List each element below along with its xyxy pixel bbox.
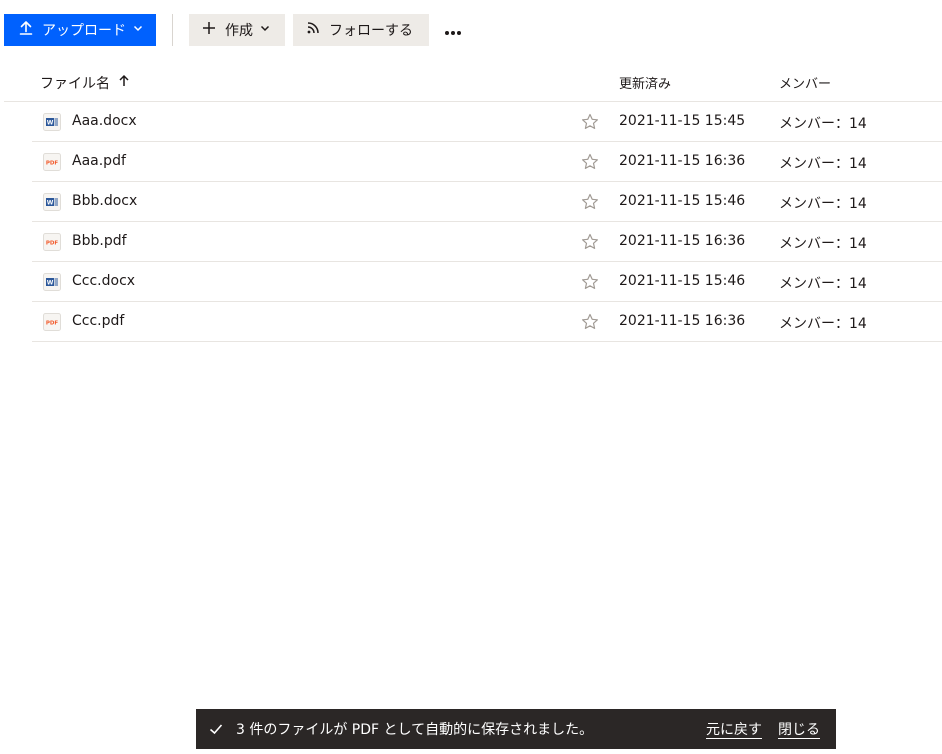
file-modified: 2021-11-15 16:36 — [619, 313, 746, 329]
check-icon — [208, 721, 224, 737]
file-members: メンバー：14 — [779, 156, 867, 172]
svg-text:W: W — [47, 199, 54, 206]
column-header-name-label: ファイル名 — [40, 76, 110, 92]
snackbar-message: 3 件のファイルが PDF として自動的に保存されました。 — [236, 722, 594, 738]
upload-button[interactable]: アップロード — [4, 14, 156, 46]
table-row[interactable]: W Ccc.docx 2021-11-15 15:46 メンバー：14 — [32, 262, 942, 302]
chevron-down-icon — [132, 22, 144, 38]
create-button[interactable]: 作成 — [189, 14, 285, 46]
follow-label: フォローする — [329, 23, 413, 39]
more-icon — [444, 21, 462, 40]
more-button[interactable] — [437, 14, 469, 46]
column-header-members[interactable]: メンバー — [779, 73, 831, 92]
file-modified: 2021-11-15 16:36 — [619, 233, 746, 249]
column-header-modified[interactable]: 更新済み — [619, 73, 671, 92]
file-members: メンバー：14 — [779, 196, 867, 212]
chevron-down-icon — [259, 22, 271, 38]
svg-text:W: W — [47, 279, 54, 286]
toolbar-divider — [172, 14, 173, 46]
file-members: メンバー：14 — [779, 236, 867, 252]
undo-button[interactable]: 元に戻す — [706, 719, 762, 739]
table-row[interactable]: PDF Ccc.pdf 2021-11-15 16:36 メンバー：14 — [32, 302, 942, 342]
file-members: メンバー：14 — [779, 116, 867, 132]
sort-ascending-icon — [118, 74, 130, 92]
file-members: メンバー：14 — [779, 276, 867, 292]
create-label: 作成 — [225, 23, 253, 39]
file-table: ファイル名 更新済み メンバー W Aaa.docx 2021-11-15 15:4… — [4, 63, 942, 342]
file-modified: 2021-11-15 15:45 — [619, 113, 746, 129]
pdf-file-icon: PDF — [42, 152, 62, 172]
table-row[interactable]: W Aaa.docx 2021-11-15 15:45 メンバー：14 — [32, 102, 942, 142]
star-icon[interactable] — [580, 232, 600, 252]
file-modified: 2021-11-15 15:46 — [619, 193, 746, 209]
star-icon[interactable] — [580, 112, 600, 132]
word-file-icon: W — [42, 112, 62, 132]
svg-text:PDF: PDF — [46, 241, 59, 247]
file-name[interactable]: Bbb.docx — [72, 193, 137, 209]
upload-label: アップロード — [42, 23, 126, 39]
table-row[interactable]: W Bbb.docx 2021-11-15 15:46 メンバー：14 — [32, 182, 942, 222]
file-name[interactable]: Aaa.docx — [72, 113, 137, 129]
word-file-icon: W — [42, 192, 62, 212]
table-row[interactable]: PDF Bbb.pdf 2021-11-15 16:36 メンバー：14 — [32, 222, 942, 262]
svg-text:PDF: PDF — [46, 161, 59, 167]
snackbar: 3 件のファイルが PDF として自動的に保存されました。 元に戻す 閉じる — [196, 709, 836, 749]
plus-icon — [201, 20, 217, 40]
svg-text:PDF: PDF — [46, 321, 59, 327]
upload-icon — [18, 20, 34, 40]
toolbar: アップロード 作成 フォローする — [4, 14, 469, 46]
word-file-icon: W — [42, 272, 62, 292]
star-icon[interactable] — [580, 272, 600, 292]
svg-text:W: W — [47, 119, 54, 126]
file-modified: 2021-11-15 15:46 — [619, 273, 746, 289]
file-name[interactable]: Bbb.pdf — [72, 233, 127, 249]
file-modified: 2021-11-15 16:36 — [619, 153, 746, 169]
table-row[interactable]: PDF Aaa.pdf 2021-11-15 16:36 メンバー：14 — [32, 142, 942, 182]
close-button[interactable]: 閉じる — [778, 719, 820, 739]
follow-button[interactable]: フォローする — [293, 14, 429, 46]
rss-icon — [305, 20, 321, 40]
pdf-file-icon: PDF — [42, 232, 62, 252]
file-members: メンバー：14 — [779, 316, 867, 332]
star-icon[interactable] — [580, 192, 600, 212]
file-name[interactable]: Ccc.docx — [72, 273, 135, 289]
table-header: ファイル名 更新済み メンバー — [4, 63, 942, 102]
pdf-file-icon: PDF — [42, 312, 62, 332]
file-name[interactable]: Aaa.pdf — [72, 153, 126, 169]
file-name[interactable]: Ccc.pdf — [72, 313, 124, 329]
star-icon[interactable] — [580, 152, 600, 172]
column-header-name[interactable]: ファイル名 — [40, 73, 130, 93]
star-icon[interactable] — [580, 312, 600, 332]
